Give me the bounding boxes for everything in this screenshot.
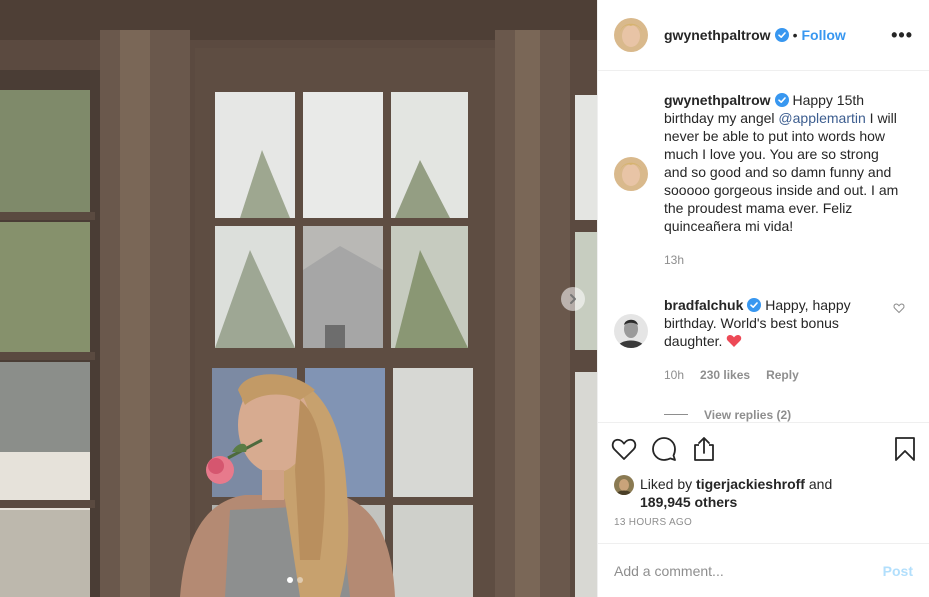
comment-item: bradfalchuk Happy, happy birthday. World… <box>614 296 913 384</box>
caption-mention[interactable]: @applemartin <box>778 110 865 126</box>
view-replies-button[interactable]: View replies (2) <box>664 408 913 422</box>
verified-icon <box>774 27 789 42</box>
comment-time[interactable]: 10h <box>664 366 684 384</box>
comment-likes[interactable]: 230 likes <box>700 366 750 384</box>
comment-meta: 10h 230 likes Reply <box>664 366 884 384</box>
reply-button[interactable]: Reply <box>766 366 799 384</box>
photo-scene <box>0 0 597 597</box>
next-arrow-icon <box>570 294 576 304</box>
liker-username[interactable]: tigerjackieshroff <box>696 476 805 492</box>
like-button[interactable] <box>611 437 637 461</box>
commenter-avatar[interactable] <box>614 313 648 348</box>
caption-avatar[interactable] <box>614 156 648 191</box>
comment-button[interactable] <box>651 436 677 462</box>
heart-icon <box>611 438 637 460</box>
share-icon <box>694 437 714 461</box>
caption-body: gwynethpaltrow Happy 15th birthday my an… <box>664 91 904 269</box>
caption: gwynethpaltrow Happy 15th birthday my an… <box>614 91 913 269</box>
author-avatar[interactable] <box>614 17 648 52</box>
replies-divider <box>664 414 688 416</box>
post-panel: gwynethpaltrow • Follow ••• gwynethpaltr… <box>597 0 929 597</box>
follow-separator: • <box>792 26 798 43</box>
carousel-dot[interactable] <box>287 577 293 583</box>
comment-composer: Post <box>598 543 929 597</box>
author-username[interactable]: gwynethpaltrow <box>664 27 771 43</box>
comment-body: bradfalchuk Happy, happy birthday. World… <box>664 296 884 384</box>
comments-section: gwynethpaltrow Happy 15th birthday my an… <box>598 71 929 422</box>
view-replies-label: View replies (2) <box>704 407 792 422</box>
more-options-icon[interactable]: ••• <box>891 26 913 44</box>
caption-text-end: I will never be able to put into words h… <box>664 109 899 234</box>
caption-username[interactable]: gwynethpaltrow <box>664 92 771 108</box>
save-button[interactable] <box>894 436 916 462</box>
red-heart-emoji-icon <box>727 334 742 347</box>
commenter-username[interactable]: bradfalchuk <box>664 297 743 313</box>
action-bar <box>598 421 929 476</box>
likes-connector: and <box>804 476 833 493</box>
share-button[interactable] <box>691 436 717 462</box>
verified-icon <box>747 297 762 312</box>
caption-time[interactable]: 13h <box>664 251 684 269</box>
bookmark-icon <box>895 437 915 461</box>
post-photo[interactable] <box>0 0 597 597</box>
post-modal: gwynethpaltrow • Follow ••• gwynethpaltr… <box>0 0 929 597</box>
liker-avatar[interactable] <box>614 475 634 496</box>
comment-icon <box>652 437 676 461</box>
post-header: gwynethpaltrow • Follow ••• <box>598 0 929 71</box>
comment-input[interactable] <box>614 562 883 579</box>
carousel-dots <box>287 577 303 583</box>
post-timestamp[interactable]: 13 HOURS AGO <box>598 517 929 543</box>
likes-summary: Liked by tigerjackieshroff and 189,945 o… <box>598 475 929 511</box>
likes-others[interactable]: 189,945 others <box>640 494 737 510</box>
likes-prefix: Liked by <box>640 476 697 493</box>
post-comment-button[interactable]: Post <box>883 563 913 579</box>
verified-icon <box>774 92 789 107</box>
follow-button[interactable]: Follow <box>801 27 845 43</box>
carousel-next-button[interactable] <box>561 287 585 311</box>
heart-small-icon[interactable] <box>893 302 905 314</box>
likes-text: Liked by tigerjackieshroff and 189,945 o… <box>640 475 832 511</box>
caption-meta: 13h <box>664 251 904 269</box>
carousel-dot[interactable] <box>297 577 303 583</box>
